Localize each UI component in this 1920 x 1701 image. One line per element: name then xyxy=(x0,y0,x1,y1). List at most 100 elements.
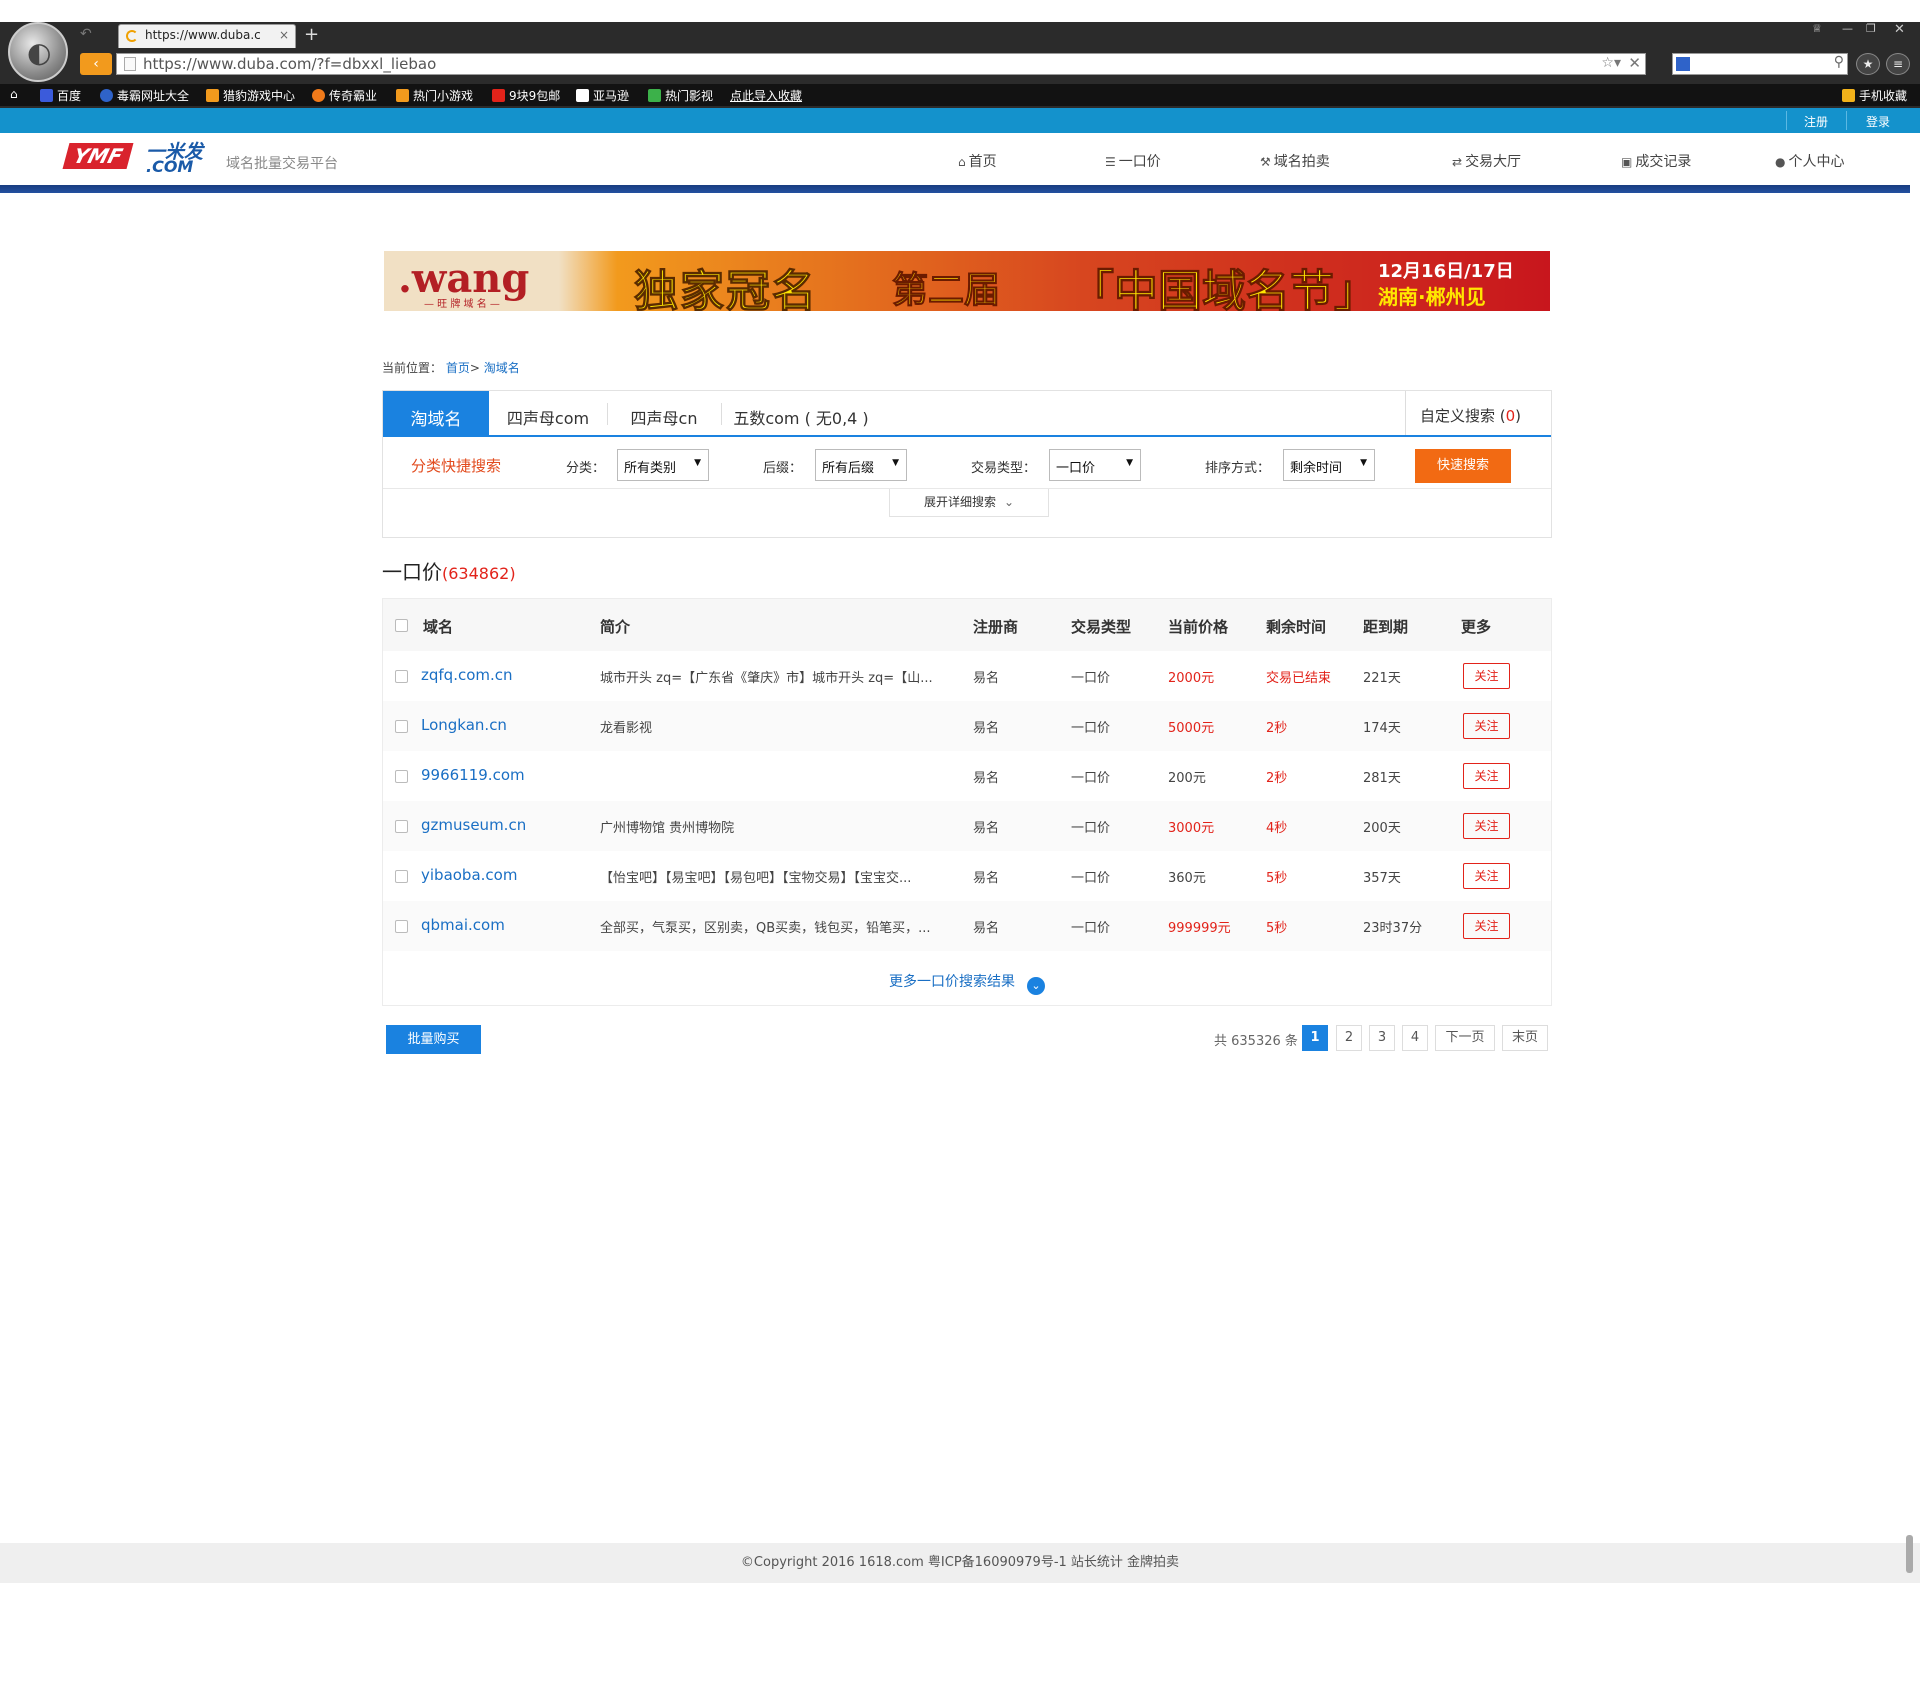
import-favorites-link[interactable]: 点此导入收藏 xyxy=(730,87,802,104)
scrollbar-thumb[interactable] xyxy=(1906,1535,1913,1573)
domain-link[interactable]: Longkan.cn xyxy=(421,716,507,734)
expand-advanced-search[interactable]: 展开详细搜索 ⌄ xyxy=(889,489,1049,517)
follow-button[interactable]: 关注 xyxy=(1463,913,1510,939)
quick-search-button[interactable]: 快速搜索 xyxy=(1415,449,1511,483)
row-checkbox[interactable] xyxy=(395,820,408,833)
domain-link[interactable]: 9966119.com xyxy=(421,766,525,784)
row-checkbox[interactable] xyxy=(395,720,408,733)
price: 2000元 xyxy=(1168,671,1215,686)
row-checkbox[interactable] xyxy=(395,770,408,783)
dropdown-arrow-icon: ▼ xyxy=(1126,458,1133,468)
domain-desc: 城市开头 zq=【广东省《肇庆》市】城市开头 zq=【山... xyxy=(600,671,933,686)
fav-item-shop[interactable]: 9块9包邮 xyxy=(492,87,560,104)
breadcrumb-home[interactable]: 首页 xyxy=(446,361,470,375)
shop-icon xyxy=(492,89,505,102)
undo-icon[interactable]: ↶ xyxy=(80,26,110,44)
table-row: gzmuseum.cn 广州博物馆 贵州博物院 易名 一口价 3000元 4秒 … xyxy=(383,801,1551,851)
page-1[interactable]: 1 xyxy=(1302,1025,1328,1051)
follow-button[interactable]: 关注 xyxy=(1463,763,1510,789)
tab-four-initials-cn[interactable]: 四声母cn xyxy=(607,391,721,437)
follow-button[interactable]: 关注 xyxy=(1463,813,1510,839)
home-icon[interactable]: ⌂ xyxy=(10,87,18,101)
login-link[interactable]: 登录 xyxy=(1866,113,1890,130)
row-checkbox[interactable] xyxy=(395,870,408,883)
tab-tao-domain[interactable]: 淘域名 xyxy=(383,391,489,437)
page-4[interactable]: 4 xyxy=(1402,1025,1428,1051)
row-checkbox[interactable] xyxy=(395,670,408,683)
registrar: 易名 xyxy=(973,721,1000,736)
new-tab-button[interactable]: + xyxy=(304,24,319,45)
video-icon xyxy=(648,89,661,102)
tab-five-digits-com[interactable]: 五数com ( 无0,4 ) xyxy=(721,391,881,437)
nav-fixed-price[interactable]: ☰ 一口价 xyxy=(1105,151,1161,171)
more-results-link[interactable]: 更多一口价搜索结果 ⌄ xyxy=(383,957,1551,1005)
domain-desc: 广州博物馆 贵州博物院 xyxy=(600,821,735,836)
header-divider xyxy=(0,185,1910,193)
remaining-time: 2秒 xyxy=(1266,721,1288,736)
address-bar[interactable]: https://www.duba.com/?f=dbxxl_liebao ☆▾ … xyxy=(116,53,1646,75)
site-header: YMF 一米发 .COM 域名批量交易平台 ⌂ 首页 ☰ 一口价 ⚒ 域名拍卖 ⇄ 交易… xyxy=(0,133,1920,185)
domain-link[interactable]: gzmuseum.cn xyxy=(421,816,526,834)
nav-auction[interactable]: ⚒ 域名拍卖 xyxy=(1260,151,1330,171)
domain-link[interactable]: qbmai.com xyxy=(421,916,505,934)
back-button[interactable]: ‹ xyxy=(80,53,112,75)
folder-icon xyxy=(1842,89,1855,102)
search-icon[interactable]: ⚲ xyxy=(1834,54,1844,70)
nav-personal-center[interactable]: ● 个人中心 xyxy=(1775,151,1844,171)
fav-item-legend[interactable]: 传奇霸业 xyxy=(312,87,377,104)
domain-link[interactable]: zqfq.com.cn xyxy=(421,666,513,684)
gavel-icon: ⚒ xyxy=(1260,155,1271,169)
tab-four-initials-com[interactable]: 四声母com xyxy=(489,391,607,437)
sort-select[interactable]: 剩余时间 ▼ xyxy=(1283,449,1375,481)
page-3[interactable]: 3 xyxy=(1369,1025,1395,1051)
stop-icon[interactable]: ✕ xyxy=(1628,54,1641,72)
minimize-icon[interactable]: — xyxy=(1842,22,1853,35)
suffix-select[interactable]: 所有后缀 ▼ xyxy=(815,449,907,481)
search-panel: 淘域名 四声母com 四声母cn 五数com ( 无0,4 ) 自定义搜索 (0… xyxy=(382,390,1552,538)
select-all-checkbox[interactable] xyxy=(395,619,408,632)
favorites-star-icon[interactable]: ★ xyxy=(1856,53,1880,75)
custom-search-tab[interactable]: 自定义搜索 (0) xyxy=(1405,391,1551,435)
fav-item-video[interactable]: 热门影视 xyxy=(648,87,713,104)
category-label: 分类： xyxy=(566,461,606,476)
shirt-icon[interactable]: ♕ xyxy=(1812,22,1822,35)
register-link[interactable]: 注册 xyxy=(1804,113,1828,130)
restore-icon[interactable]: ❐ xyxy=(1866,22,1876,35)
expiry: 357天 xyxy=(1363,871,1401,886)
batch-buy-button[interactable]: 批量购买 xyxy=(386,1025,481,1054)
browser-search-input[interactable]: ⚲ xyxy=(1672,53,1848,75)
fav-item-game-center[interactable]: 猎豹游戏中心 xyxy=(206,87,295,104)
footer: ©Copyright 2016 1618.com 粤ICP备16090979号-… xyxy=(0,1543,1920,1583)
bookmark-star-icon[interactable]: ☆▾ xyxy=(1601,55,1621,71)
follow-button[interactable]: 关注 xyxy=(1463,663,1510,689)
domain-link[interactable]: yibaoba.com xyxy=(421,866,517,884)
follow-button[interactable]: 关注 xyxy=(1463,863,1510,889)
site-logo[interactable]: YMF 一米发 .COM xyxy=(62,139,216,176)
table-row: yibaoba.com 【怡宝吧】【易宝吧】【易包吧】【宝物交易】【宝宝交...… xyxy=(383,851,1551,901)
trade-type-select[interactable]: 一口价 ▼ xyxy=(1049,449,1141,481)
nav-deal-records[interactable]: ▣ 成交记录 xyxy=(1621,151,1691,171)
tab-bar: ↶ https://www.duba.c × + xyxy=(70,22,1920,48)
search-engine-icon[interactable] xyxy=(1676,57,1690,71)
nav-trading-hall[interactable]: ⇄ 交易大厅 xyxy=(1452,151,1521,171)
trade-type: 一口价 xyxy=(1071,771,1111,786)
close-window-icon[interactable]: ✕ xyxy=(1894,22,1905,37)
close-tab-icon[interactable]: × xyxy=(279,28,289,42)
fav-item-baidu[interactable]: 百度 xyxy=(40,87,81,104)
fav-item-duba[interactable]: 毒霸网址大全 xyxy=(100,87,189,104)
row-checkbox[interactable] xyxy=(395,920,408,933)
nav-home[interactable]: ⌂ 首页 xyxy=(958,151,997,171)
page-2[interactable]: 2 xyxy=(1336,1025,1362,1051)
browser-tab[interactable]: https://www.duba.c × xyxy=(118,24,296,48)
mobile-favorites[interactable]: 手机收藏 xyxy=(1842,87,1907,104)
follow-button[interactable]: 关注 xyxy=(1463,713,1510,739)
breadcrumb-current[interactable]: 淘域名 xyxy=(484,361,520,375)
category-select[interactable]: 所有类别 ▼ xyxy=(617,449,709,481)
fav-item-amazon[interactable]: 亚马逊 xyxy=(576,87,629,104)
menu-icon[interactable]: ≡ xyxy=(1886,53,1910,75)
next-page-button[interactable]: 下一页 xyxy=(1435,1025,1495,1051)
search-tabs: 淘域名 四声母com 四声母cn 五数com ( 无0,4 ) 自定义搜索 (0… xyxy=(383,391,1551,437)
last-page-button[interactable]: 末页 xyxy=(1502,1025,1548,1051)
fav-item-mini-games[interactable]: 热门小游戏 xyxy=(396,87,473,104)
ad-banner[interactable]: .wang — 旺 牌 域 名 — 独家冠名 第二届 「中国域名节」 12月16… xyxy=(384,251,1550,311)
